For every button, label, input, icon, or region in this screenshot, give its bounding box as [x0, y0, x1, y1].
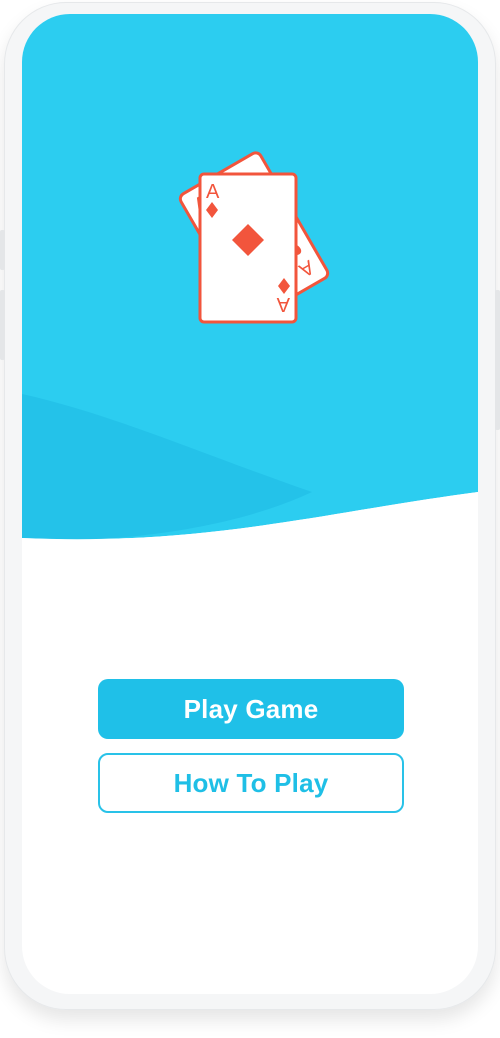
playing-cards-icon: A A A A	[178, 151, 330, 324]
front-card-rank-bottom: A	[276, 293, 290, 315]
phone-side-button-right	[495, 290, 500, 430]
how-to-play-button[interactable]: How To Play	[98, 753, 404, 813]
front-card-rank-top: A	[206, 181, 220, 203]
play-game-button[interactable]: Play Game	[98, 679, 404, 739]
phone-side-button-left-lower	[0, 290, 5, 360]
front-card-ace-of-diamonds: A A	[198, 172, 298, 324]
phone-side-button-left-upper	[0, 230, 5, 270]
app-screen: A A A A Play Game How To Play	[22, 14, 478, 994]
device-mockup: A A A A Play Game How To Play	[0, 0, 500, 1038]
